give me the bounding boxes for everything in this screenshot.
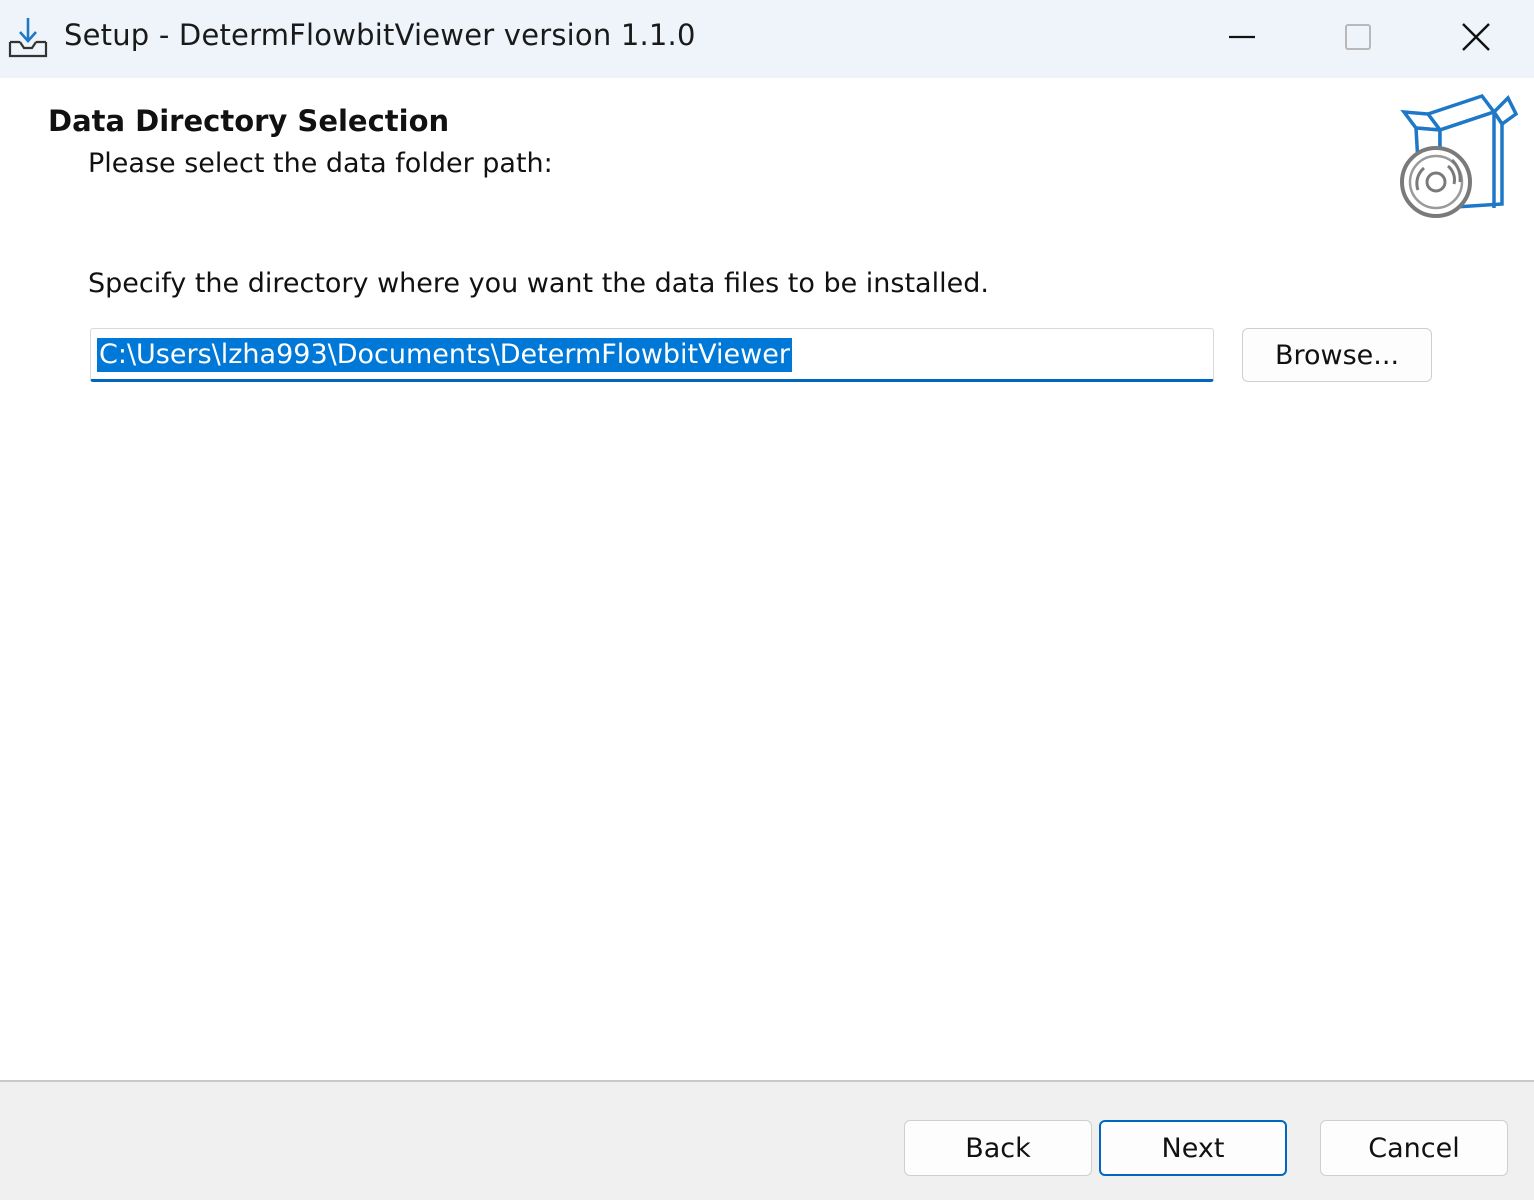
- minimize-button[interactable]: [1184, 0, 1300, 78]
- maximize-button[interactable]: [1300, 0, 1416, 78]
- instruction-text: Specify the directory where you want the…: [88, 268, 989, 299]
- wizard-page: Data Directory Selection Please select t…: [0, 78, 1534, 1081]
- minimize-icon: [1227, 22, 1257, 56]
- title-bar: Setup - DetermFlowbitViewer version 1.1.…: [0, 0, 1534, 78]
- close-button[interactable]: [1418, 0, 1534, 78]
- browse-button[interactable]: Browse...: [1242, 328, 1432, 382]
- page-title: Data Directory Selection: [48, 104, 450, 138]
- data-directory-input[interactable]: C:\Users\lzha993\Documents\DetermFlowbit…: [90, 328, 1214, 382]
- download-tray-icon: [6, 16, 50, 60]
- wizard-footer: Back Next Cancel: [0, 1082, 1534, 1200]
- back-button[interactable]: Back: [904, 1120, 1092, 1176]
- data-directory-path: C:\Users\lzha993\Documents\DetermFlowbit…: [97, 338, 792, 372]
- window-title: Setup - DetermFlowbitViewer version 1.1.…: [64, 18, 696, 52]
- next-button[interactable]: Next: [1099, 1120, 1287, 1176]
- close-icon: [1459, 20, 1493, 58]
- cancel-button[interactable]: Cancel: [1320, 1120, 1508, 1176]
- maximize-icon: [1343, 22, 1373, 56]
- page-subtitle: Please select the data folder path:: [88, 148, 553, 179]
- installer-box-disc-icon: [1390, 86, 1530, 228]
